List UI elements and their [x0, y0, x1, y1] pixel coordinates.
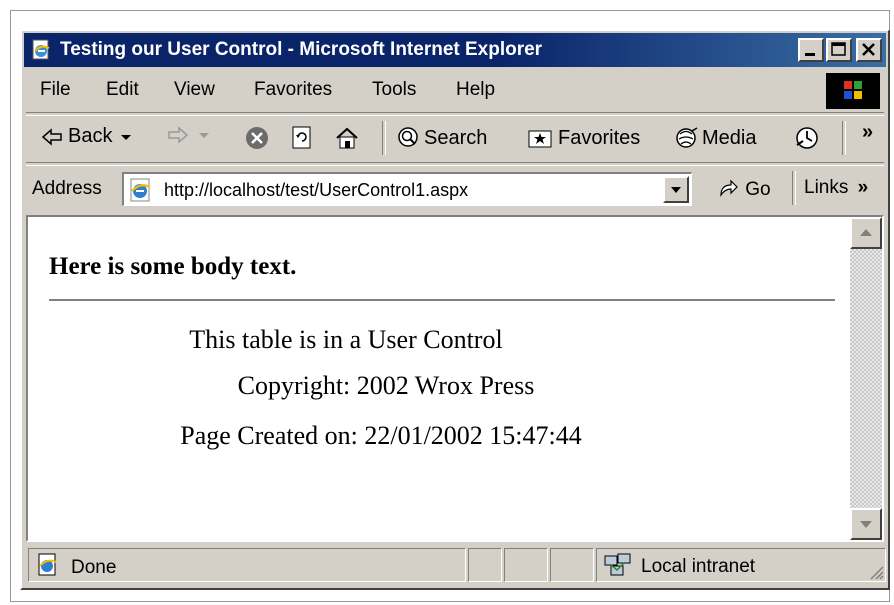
- title-bar[interactable]: Testing our User Control - Microsoft Int…: [24, 33, 886, 67]
- intranet-icon: [604, 553, 631, 576]
- browser-window: Testing our User Control - Microsoft Int…: [20, 29, 890, 590]
- stop-icon: [246, 127, 268, 149]
- page-created-text: Page Created on: 22/01/2002 15:47:44: [180, 421, 582, 450]
- copyright-text: Copyright: 2002 Wrox Press: [237, 371, 535, 400]
- scroll-down-button[interactable]: [850, 508, 882, 540]
- address-label: Address: [32, 178, 102, 199]
- search-icon: [398, 127, 418, 147]
- status-text: Done: [71, 557, 117, 578]
- back-arrow-icon: [41, 127, 62, 146]
- scroll-up-icon: [860, 229, 872, 236]
- address-dropdown-button[interactable]: [663, 176, 689, 203]
- resize-grip-icon[interactable]: [867, 563, 885, 581]
- favorites-button[interactable]: Favorites: [526, 125, 640, 151]
- toolbar-separator: [382, 121, 386, 155]
- window-title: Testing our User Control - Microsoft Int…: [60, 39, 543, 60]
- back-button[interactable]: Back: [40, 125, 134, 148]
- dropdown-arrow-icon: [671, 187, 681, 193]
- ie-page-icon: [32, 39, 50, 60]
- favorites-icon: [528, 130, 552, 148]
- back-dropdown-icon[interactable]: [118, 127, 134, 147]
- links-label: Links: [804, 177, 849, 198]
- status-bar: Done Local intranet: [26, 546, 886, 586]
- standard-toolbar: Back Search Favorites Media »: [26, 115, 884, 161]
- page-heading: Here is some body text.: [49, 253, 297, 280]
- media-label: Media: [702, 126, 757, 149]
- maximize-icon: [831, 42, 846, 56]
- history-button[interactable]: [794, 125, 822, 151]
- done-page-icon: [38, 553, 57, 576]
- forward-button[interactable]: [166, 125, 212, 145]
- close-button[interactable]: [856, 38, 882, 62]
- scroll-up-button[interactable]: [850, 217, 882, 249]
- history-icon: [796, 127, 818, 149]
- links-overflow: »: [857, 177, 869, 198]
- forward-arrow-icon: [168, 126, 189, 144]
- menu-favorites[interactable]: Favorites: [254, 79, 332, 101]
- user-control-text: This table is in a User Control: [189, 325, 503, 354]
- vertical-scrollbar[interactable]: [850, 217, 882, 540]
- scroll-down-icon: [860, 521, 872, 528]
- links-button[interactable]: Links »: [804, 177, 868, 199]
- address-input[interactable]: http://localhost/test/UserControl1.aspx: [122, 172, 692, 206]
- horizontal-rule: [49, 299, 835, 301]
- refresh-button[interactable]: [290, 125, 314, 151]
- menu-bar: File Edit View Favorites Tools Help: [26, 71, 884, 111]
- address-separator: [792, 171, 796, 205]
- menu-edit[interactable]: Edit: [106, 79, 139, 101]
- home-button[interactable]: [334, 125, 360, 151]
- maximize-button[interactable]: [826, 38, 852, 62]
- status-panel-main: Done: [28, 548, 466, 582]
- favorites-label: Favorites: [558, 126, 641, 149]
- home-icon: [336, 127, 358, 149]
- ie-address-icon: [130, 178, 151, 202]
- refresh-icon: [292, 126, 311, 149]
- status-panel-4: [550, 548, 594, 582]
- forward-dropdown-icon[interactable]: [196, 125, 212, 145]
- page-content: Here is some body text. This table is in…: [28, 217, 854, 540]
- menu-help[interactable]: Help: [456, 79, 495, 101]
- status-panel-3: [504, 548, 548, 582]
- address-url: http://localhost/test/UserControl1.aspx: [164, 180, 469, 200]
- go-arrow-icon: [720, 179, 738, 197]
- media-icon: [676, 127, 698, 148]
- menu-tools[interactable]: Tools: [372, 79, 416, 101]
- menu-view[interactable]: View: [174, 79, 215, 101]
- back-label: Back: [68, 125, 113, 147]
- minimize-icon: [805, 53, 815, 56]
- windows-logo-icon: [826, 73, 880, 109]
- menu-file[interactable]: File: [40, 79, 71, 101]
- stop-button[interactable]: [244, 125, 270, 151]
- toolbar-separator-2: [842, 121, 846, 155]
- search-label: Search: [424, 126, 488, 149]
- toolbar-overflow-button[interactable]: »: [862, 121, 873, 144]
- go-label: Go: [745, 179, 771, 200]
- go-button[interactable]: Go: [716, 177, 771, 201]
- close-icon: [862, 43, 875, 56]
- zone-text: Local intranet: [641, 556, 756, 577]
- media-button[interactable]: Media: [674, 125, 756, 151]
- search-button[interactable]: Search: [394, 125, 487, 151]
- page-viewport: Here is some body text. This table is in…: [26, 215, 884, 542]
- address-bar: Address http://localhost/test/UserContro…: [26, 165, 884, 211]
- status-panel-2: [468, 548, 502, 582]
- minimize-button[interactable]: [798, 38, 824, 62]
- status-zone-panel: Local intranet: [596, 548, 886, 582]
